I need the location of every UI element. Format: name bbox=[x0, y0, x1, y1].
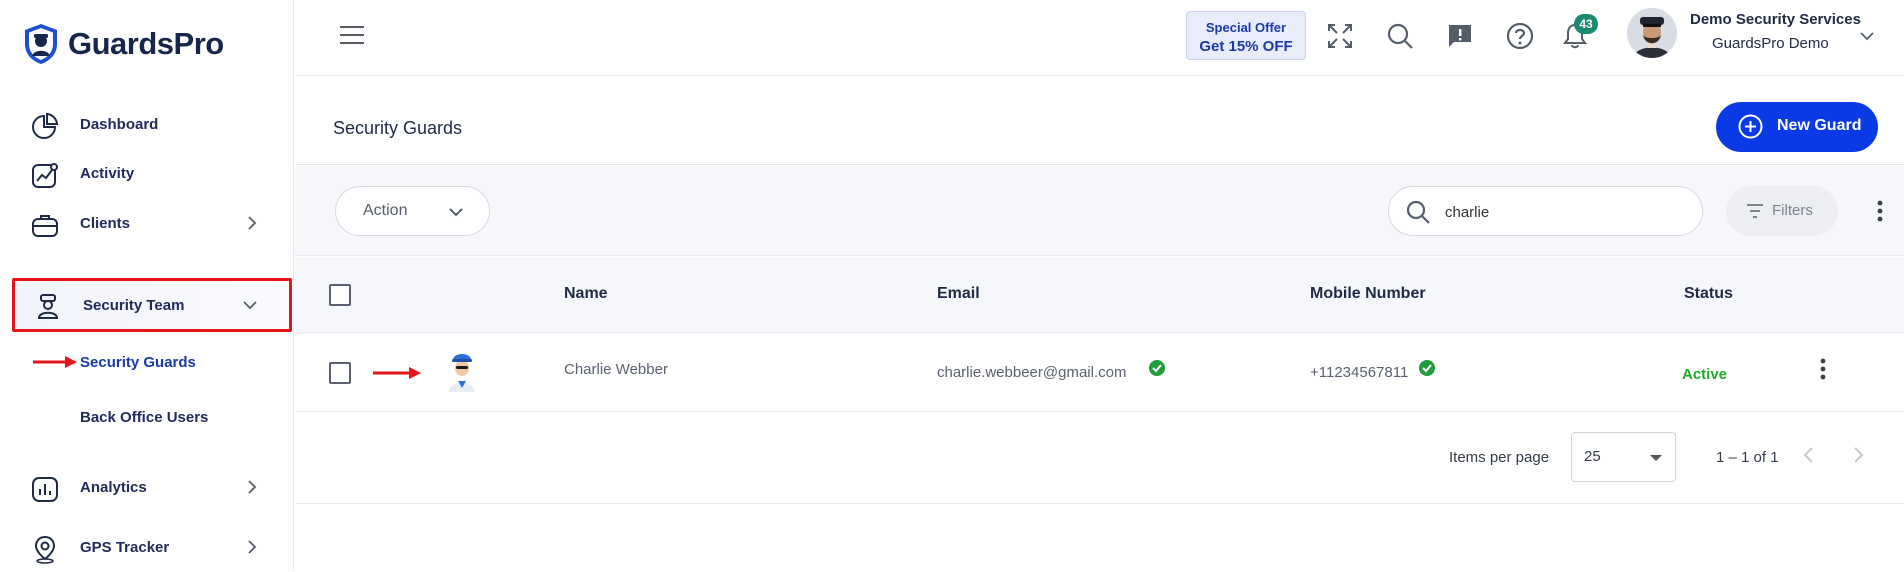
page-range: 1 – 1 of 1 bbox=[1716, 449, 1779, 466]
app-name: GuardsPro bbox=[68, 26, 224, 61]
page-header: Security Guards New Guard bbox=[295, 77, 1904, 165]
status-badge: Active bbox=[1682, 366, 1728, 383]
sidebar-item-security-team[interactable]: Security Team bbox=[12, 278, 292, 332]
sidebar-item-clients[interactable]: Clients bbox=[14, 198, 292, 248]
sidebar-item-activity[interactable]: Activity bbox=[14, 148, 292, 198]
new-guard-button[interactable]: New Guard bbox=[1716, 102, 1878, 152]
next-page-icon[interactable] bbox=[1844, 441, 1872, 469]
verified-check-icon bbox=[1149, 360, 1165, 376]
column-header-name[interactable]: Name bbox=[564, 285, 608, 303]
plus-circle-icon bbox=[1738, 114, 1763, 139]
filters-label: Filters bbox=[1772, 202, 1813, 219]
row-more-vertical-icon[interactable] bbox=[1820, 358, 1826, 380]
guard-name[interactable]: Charlie Webber bbox=[564, 361, 668, 378]
table-row[interactable]: Charlie Webber charlie.webbeer@gmail.com… bbox=[295, 334, 1904, 412]
select-all-checkbox[interactable] bbox=[329, 284, 351, 306]
page-title: Security Guards bbox=[333, 118, 463, 138]
action-label: Action bbox=[363, 202, 408, 219]
pie-chart-icon bbox=[32, 112, 59, 139]
filters-button[interactable]: Filters bbox=[1726, 186, 1838, 236]
chevron-right-icon bbox=[248, 480, 257, 494]
sidebar-item-gps-tracker[interactable]: GPS Tracker bbox=[14, 522, 292, 572]
top-bar: Special Offer Get 15% OFF 43 Demo Securi… bbox=[295, 0, 1904, 76]
caret-down-icon bbox=[1650, 455, 1662, 461]
pagination-bar: Items per page 25 1 – 1 of 1 bbox=[295, 413, 1904, 504]
verified-check-icon bbox=[1419, 360, 1435, 376]
guard-mobile: +11234567811 bbox=[1310, 364, 1409, 381]
sidebar-item-label: GPS Tracker bbox=[80, 538, 170, 556]
sidebar-item-label: Dashboard bbox=[80, 115, 159, 133]
row-checkbox[interactable] bbox=[329, 362, 351, 384]
activity-chart-icon bbox=[32, 163, 58, 188]
chevron-down-icon[interactable] bbox=[1859, 28, 1875, 44]
guard-email: charlie.webbeer@gmail.com bbox=[937, 364, 1127, 381]
offer-title: Special Offer bbox=[1205, 20, 1287, 35]
more-vertical-icon[interactable] bbox=[1877, 200, 1883, 222]
notification-badge: 43 bbox=[1574, 14, 1598, 34]
user-name[interactable]: Demo Security Services bbox=[1690, 11, 1861, 28]
column-header-mobile[interactable]: Mobile Number bbox=[1310, 285, 1426, 303]
fullscreen-icon[interactable] bbox=[1326, 22, 1354, 50]
user-organization: GuardsPro Demo bbox=[1712, 35, 1829, 52]
chevron-right-icon bbox=[248, 540, 257, 554]
help-icon[interactable] bbox=[1506, 22, 1534, 50]
avatar[interactable] bbox=[1627, 8, 1677, 58]
offer-discount: Get 15% OFF bbox=[1199, 38, 1293, 55]
sidebar-item-label: Security Team bbox=[83, 296, 185, 314]
search-input[interactable] bbox=[1445, 200, 1685, 224]
briefcase-icon bbox=[32, 215, 58, 237]
column-header-email[interactable]: Email bbox=[937, 285, 980, 303]
sidebar-item-dashboard[interactable]: Dashboard bbox=[14, 99, 292, 149]
guard-icon bbox=[37, 294, 59, 319]
sidebar-subitem-security-guards[interactable]: Security Guards bbox=[80, 354, 196, 371]
feedback-icon[interactable] bbox=[1446, 22, 1474, 50]
sidebar-item-label: Activity bbox=[80, 164, 135, 182]
action-dropdown[interactable]: Action bbox=[335, 186, 490, 236]
sidebar-item-label: Analytics bbox=[80, 478, 147, 496]
new-guard-label: New Guard bbox=[1777, 117, 1862, 134]
items-per-page-label: Items per page bbox=[1449, 449, 1550, 466]
search-icon bbox=[1406, 200, 1430, 224]
red-arrow-annotation-icon bbox=[373, 367, 421, 379]
sidebar-subitem-back-office-users[interactable]: Back Office Users bbox=[80, 409, 208, 426]
column-header-status[interactable]: Status bbox=[1684, 285, 1733, 303]
filter-icon bbox=[1747, 204, 1763, 218]
sidebar-item-label: Clients bbox=[80, 214, 131, 232]
search-icon[interactable] bbox=[1386, 22, 1414, 50]
red-arrow-annotation-icon bbox=[33, 356, 77, 368]
menu-icon[interactable] bbox=[339, 24, 365, 46]
chevron-down-icon bbox=[243, 301, 257, 310]
shield-logo-icon bbox=[25, 24, 57, 64]
user-avatar-icon bbox=[1627, 8, 1677, 58]
sidebar-item-analytics[interactable]: Analytics bbox=[14, 462, 292, 512]
map-pin-icon bbox=[34, 535, 56, 564]
bar-chart-icon bbox=[32, 477, 58, 502]
app-logo[interactable]: GuardsPro bbox=[22, 22, 224, 66]
chevron-right-icon bbox=[248, 216, 257, 230]
items-per-page-value: 25 bbox=[1584, 448, 1601, 465]
guard-avatar-icon[interactable] bbox=[445, 348, 479, 392]
chevron-down-icon bbox=[449, 208, 463, 217]
table-header: Name Email Mobile Number Status bbox=[295, 257, 1904, 333]
special-offer-button[interactable]: Special Offer Get 15% OFF bbox=[1186, 11, 1306, 60]
previous-page-icon[interactable] bbox=[1795, 441, 1823, 469]
items-per-page-select[interactable]: 25 bbox=[1571, 432, 1676, 482]
search-box[interactable] bbox=[1388, 186, 1703, 236]
sidebar: GuardsPro Dashboard Activity Clients Sec… bbox=[0, 0, 294, 570]
list-toolbar: Action Filters bbox=[295, 166, 1904, 256]
